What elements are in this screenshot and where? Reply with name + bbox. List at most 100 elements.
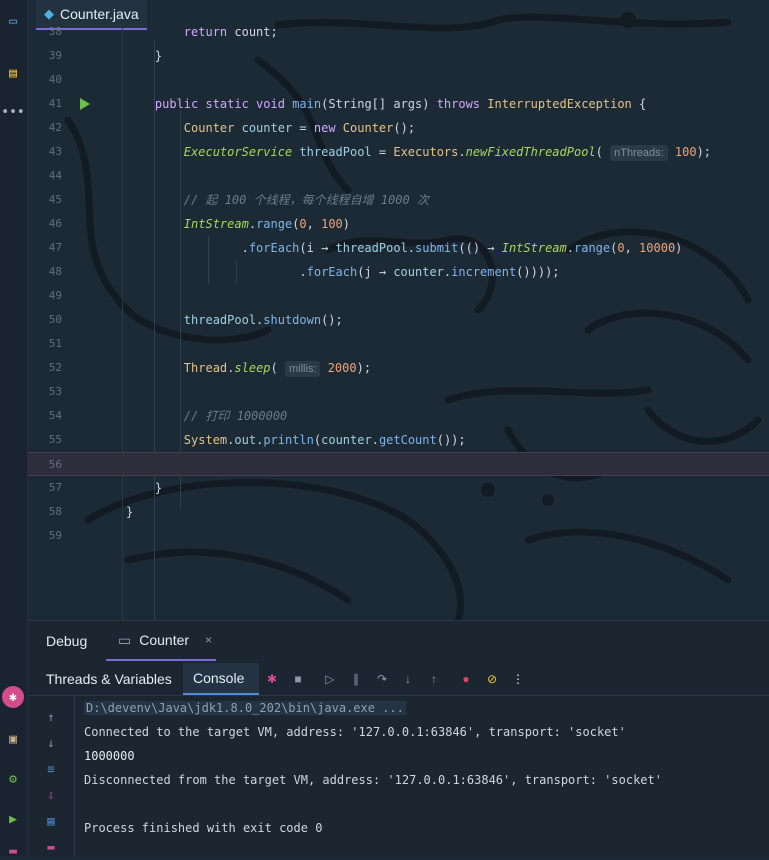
more-icon[interactable]: •••: [1, 103, 24, 121]
code-token: throws: [436, 97, 481, 111]
code-token: ): [342, 217, 351, 231]
code-line[interactable]: 52 Thread.sleep( millis: 2000);: [28, 356, 769, 380]
code-line[interactable]: 49: [28, 284, 769, 308]
code-text: }: [126, 44, 162, 68]
code-token: submit: [415, 241, 459, 255]
code-line[interactable]: 51: [28, 332, 769, 356]
code-line[interactable]: 55 System.out.println(counter.getCount()…: [28, 428, 769, 452]
code-token: 100: [674, 145, 697, 159]
console-line[interactable]: D:\devenv\Java\jdk1.8.0_202\bin\java.exe…: [84, 701, 406, 715]
code-token: .: [371, 433, 379, 447]
code-line[interactable]: 41 public static void main(String[] args…: [28, 92, 769, 116]
code-token: range: [256, 217, 293, 231]
tab-threads-variables[interactable]: Threads & Variables: [36, 663, 182, 695]
code-text: Counter counter = new Counter();: [126, 116, 415, 140]
print-icon[interactable]: ▤: [43, 813, 59, 829]
code-token: IntStream: [501, 241, 567, 255]
code-line[interactable]: 45 // 起 100 个线程，每个线程自增 1000 次: [28, 188, 769, 212]
more-options-icon[interactable]: ⋮: [510, 671, 526, 687]
code-token: .: [407, 241, 416, 255]
code-token: System: [183, 433, 228, 447]
code-line[interactable]: 38 return count;: [28, 20, 769, 44]
debug-icon[interactable]: ✱: [2, 686, 24, 708]
terminal-icon[interactable]: ▣: [4, 730, 22, 748]
tab-debug-session[interactable]: ▭ Counter ×: [106, 621, 216, 661]
code-line[interactable]: 56: [28, 452, 769, 476]
step-out-icon[interactable]: ↑: [426, 671, 442, 687]
code-token: }: [126, 505, 134, 519]
code-token: // 打印 1000000: [183, 409, 288, 423]
code-line[interactable]: 39 }: [28, 44, 769, 68]
console-output[interactable]: D:\devenv\Java\jdk1.8.0_202\bin\java.exe…: [84, 695, 764, 857]
code-line[interactable]: 47 .forEach(i → threadPool.submit(() → I…: [28, 236, 769, 260]
line-number: 39: [48, 49, 62, 62]
tab-label: Threads & Variables: [46, 671, 172, 687]
code-text: Thread.sleep( millis: 2000);: [126, 356, 371, 380]
scroll-to-end-icon[interactable]: ⇩: [43, 787, 59, 803]
code-line[interactable]: 57 }: [28, 476, 769, 500]
line-number: 57: [48, 481, 62, 494]
code-line[interactable]: 50 threadPool.shutdown();: [28, 308, 769, 332]
code-line[interactable]: 53: [28, 380, 769, 404]
code-text: public static void main(String[] args) t…: [126, 92, 646, 116]
line-number: 43: [48, 145, 62, 158]
line-number: 52: [48, 361, 62, 374]
code-text: }: [126, 500, 133, 524]
services-icon[interactable]: ▤: [4, 64, 22, 82]
code-token: );: [356, 361, 372, 375]
project-icon[interactable]: ▭: [4, 12, 22, 30]
close-icon[interactable]: ×: [205, 633, 212, 647]
code-line[interactable]: 54 // 打印 1000000: [28, 404, 769, 428]
clear-console-icon[interactable]: ▬: [43, 839, 59, 855]
code-token: main: [292, 97, 322, 111]
settings-icon[interactable]: ⚙: [4, 770, 22, 788]
scroll-up-icon[interactable]: ↑: [43, 709, 59, 725]
code-token: counter: [241, 121, 293, 135]
code-line[interactable]: 44: [28, 164, 769, 188]
run-gutter-icon[interactable]: [80, 98, 90, 110]
code-token: 10000: [639, 241, 676, 255]
soft-wrap-icon[interactable]: ≡: [43, 761, 59, 777]
code-editor[interactable]: ◆ Counter.java 38 return count; 39 } 40 41 …: [28, 0, 769, 620]
code-token: 2000: [327, 361, 357, 375]
code-line[interactable]: 42 Counter counter = new Counter();: [28, 116, 769, 140]
step-into-icon[interactable]: ↓: [400, 671, 416, 687]
resume-icon[interactable]: ▷: [322, 671, 338, 687]
code-token: (j →: [357, 265, 394, 279]
code-token: getCount: [378, 433, 437, 447]
code-line[interactable]: 40: [28, 68, 769, 92]
code-token: public static void: [154, 97, 285, 111]
tab-console[interactable]: Console: [183, 663, 259, 695]
code-text: ExecutorService threadPool = Executors.n…: [126, 140, 711, 164]
code-text: // 打印 1000000: [126, 404, 287, 428]
line-number: 45: [48, 193, 62, 206]
mute-breakpoints-icon[interactable]: ⊘: [484, 671, 500, 687]
bug-icon[interactable]: ✱: [264, 671, 280, 687]
code-text: .forEach(i → threadPool.submit(() → IntS…: [126, 236, 683, 260]
code-line[interactable]: 43 ExecutorService threadPool = Executor…: [28, 140, 769, 164]
code-token: Counter: [183, 121, 235, 135]
problems-icon[interactable]: ▬: [4, 842, 22, 860]
run-icon[interactable]: ▶: [4, 810, 22, 828]
scroll-down-icon[interactable]: ↓: [43, 735, 59, 751]
code-token: ): [675, 241, 683, 255]
code-token: counter: [321, 433, 372, 447]
code-token: }: [126, 49, 163, 63]
breakpoints-icon[interactable]: ●: [458, 671, 474, 687]
code-line[interactable]: 46 IntStream.range(0, 100): [28, 212, 769, 236]
debug-title: Debug: [46, 633, 88, 649]
pause-icon[interactable]: ∥: [348, 671, 364, 687]
code-token: newFixedThreadPool: [465, 145, 596, 159]
code-line[interactable]: 48 .forEach(j → counter.increment())));: [28, 260, 769, 284]
code-line[interactable]: 58}: [28, 500, 769, 524]
code-line[interactable]: 59: [28, 524, 769, 548]
line-number: 47: [48, 241, 62, 254]
stop-icon[interactable]: ■: [290, 671, 306, 687]
code-token: (i →: [299, 241, 336, 255]
step-over-icon[interactable]: ↷: [374, 671, 390, 687]
